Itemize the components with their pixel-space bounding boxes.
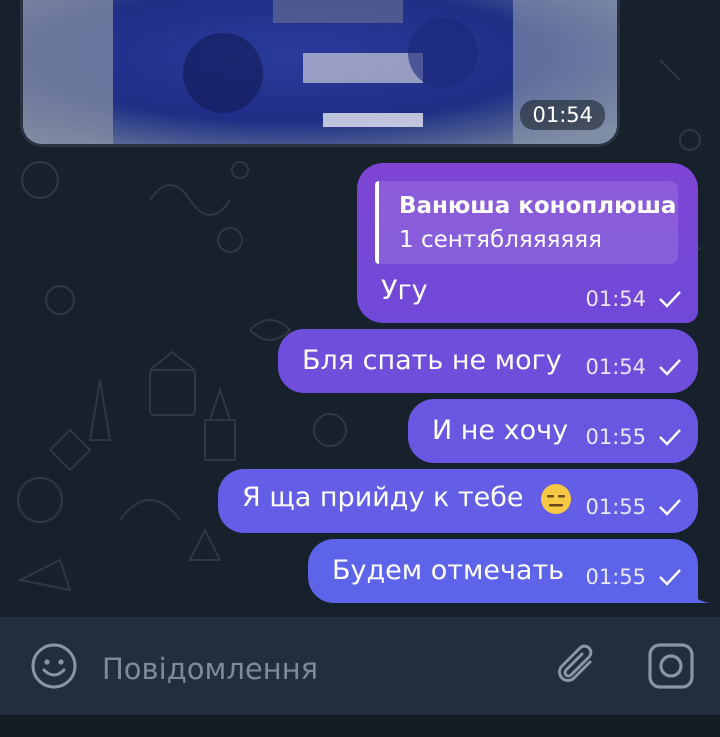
message-time: 01:54: [585, 287, 646, 311]
system-navigation-strip: [0, 715, 720, 737]
outgoing-message[interactable]: И не хочу 01:55: [408, 399, 698, 463]
read-check-icon: [659, 499, 681, 516]
read-check-icon: [659, 569, 681, 586]
message-meta: 01:54: [585, 355, 682, 379]
reply-accent-bar: [375, 181, 379, 264]
media-timestamp: 01:54: [520, 100, 605, 130]
expressionless-face-emoji: [541, 483, 572, 514]
camera-icon[interactable]: [645, 640, 697, 692]
smiley-icon[interactable]: [28, 640, 80, 692]
reply-sender-name: Ванюша коноплюша: [399, 193, 677, 219]
reply-text: 1 сентябляяяяяя: [399, 227, 602, 253]
outgoing-message[interactable]: Будем отмечать 01:55: [308, 539, 698, 603]
message-text: Я ща прийду к тебе: [242, 482, 524, 513]
message-text: Угу: [381, 275, 428, 306]
message-meta: 01:55: [585, 425, 682, 449]
media-message[interactable]: 01:54: [20, 0, 620, 147]
read-check-icon: [659, 359, 681, 376]
chat-area[interactable]: 01:54 Ванюша коноплюша 1 сентябляяяяяя У…: [0, 0, 720, 617]
message-input[interactable]: [100, 646, 534, 692]
bubble-tail: [690, 585, 710, 603]
read-check-icon: [659, 291, 681, 308]
message-text-row: Я ща прийду к тебе: [242, 482, 572, 515]
reply-quote[interactable]: Ванюша коноплюша 1 сентябляяяяяя: [375, 181, 678, 264]
paperclip-icon[interactable]: [552, 640, 604, 692]
message-time: 01:54: [585, 355, 646, 379]
message-time: 01:55: [585, 495, 646, 519]
message-time: 01:55: [585, 425, 646, 449]
message-meta: 01:55: [585, 565, 682, 589]
outgoing-message[interactable]: Я ща прийду к тебе 01:55: [218, 469, 698, 533]
read-check-icon: [659, 429, 681, 446]
message-meta: 01:55: [585, 495, 682, 519]
message-text: Будем отмечать: [332, 555, 565, 586]
message-time: 01:55: [585, 565, 646, 589]
message-meta: 01:54: [585, 287, 682, 311]
outgoing-message[interactable]: Ванюша коноплюша 1 сентябляяяяяя Угу 01:…: [357, 163, 698, 323]
outgoing-message[interactable]: Бля спать не могу 01:54: [278, 329, 698, 393]
message-text: Бля спать не могу: [302, 345, 562, 376]
message-text: И не хочу: [432, 415, 569, 446]
